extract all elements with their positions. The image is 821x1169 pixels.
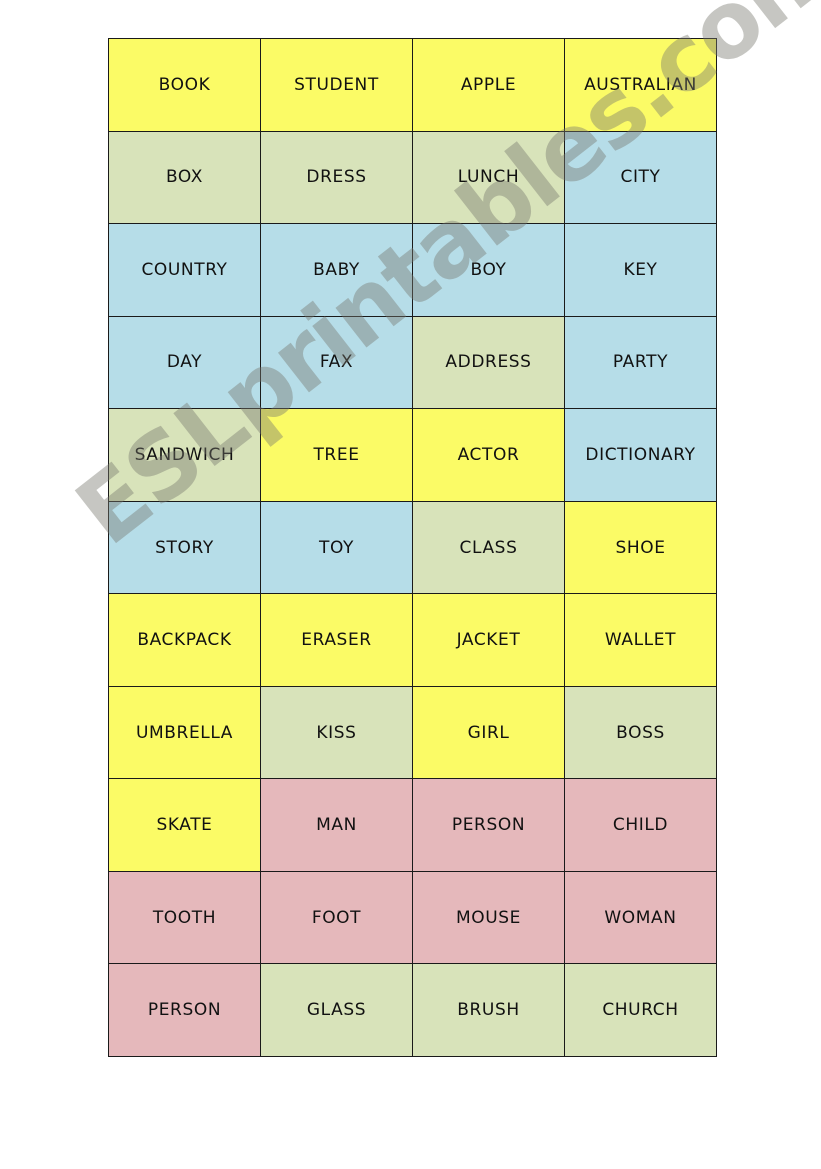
word-card[interactable]: FAX: [260, 315, 413, 410]
word-card-row: TOOTH FOOT MOUSE WOMAN: [108, 870, 717, 965]
word-card[interactable]: TOOTH: [108, 870, 261, 965]
word-card[interactable]: ACTOR: [412, 408, 565, 502]
word-card[interactable]: CHURCH: [564, 963, 717, 1058]
word-card[interactable]: BABY: [260, 223, 413, 317]
word-card[interactable]: CHILD: [564, 778, 717, 872]
word-card-row: SANDWICH TREE ACTOR DICTIONARY: [108, 408, 717, 502]
word-card[interactable]: DICTIONARY: [564, 408, 717, 502]
word-card[interactable]: WOMAN: [564, 870, 717, 965]
word-card-row: DAY FAX ADDRESS PARTY: [108, 315, 717, 410]
word-card[interactable]: APPLE: [412, 38, 565, 132]
word-card[interactable]: DAY: [108, 315, 261, 410]
word-card[interactable]: SKATE: [108, 778, 261, 872]
word-card[interactable]: FOOT: [260, 870, 413, 965]
word-card-row: STORY TOY CLASS SHOE: [108, 500, 717, 595]
worksheet-page: ESLprintables.com BOOK STUDENT APPLE AUSTRA…: [0, 0, 821, 1169]
word-card[interactable]: WALLET: [564, 593, 717, 687]
word-card[interactable]: TREE: [260, 408, 413, 502]
word-card[interactable]: PERSON: [108, 963, 261, 1058]
word-card[interactable]: KEY: [564, 223, 717, 317]
word-card[interactable]: COUNTRY: [108, 223, 261, 317]
word-card-row: BOX DRESS LUNCH CITY: [108, 130, 717, 225]
word-card-row: COUNTRY BABY BOY KEY: [108, 223, 717, 317]
word-card-row: BACKPACK ERASER JACKET WALLET: [108, 593, 717, 687]
word-card[interactable]: GIRL: [412, 685, 565, 780]
word-card[interactable]: STUDENT: [260, 38, 413, 132]
word-card[interactable]: CLASS: [412, 500, 565, 595]
word-card-row: UMBRELLA KISS GIRL BOSS: [108, 685, 717, 780]
word-card[interactable]: PERSON: [412, 778, 565, 872]
word-card[interactable]: BOOK: [108, 38, 261, 132]
word-card[interactable]: STORY: [108, 500, 261, 595]
word-card[interactable]: MAN: [260, 778, 413, 872]
word-card[interactable]: DRESS: [260, 130, 413, 225]
word-card[interactable]: BACKPACK: [108, 593, 261, 687]
word-card[interactable]: GLASS: [260, 963, 413, 1058]
word-card-grid: BOOK STUDENT APPLE AUSTRALIAN BOX DRESS LUNCH C…: [108, 38, 717, 1058]
word-card[interactable]: BOSS: [564, 685, 717, 780]
word-card[interactable]: SHOE: [564, 500, 717, 595]
word-card-row: SKATE MAN PERSON CHILD: [108, 778, 717, 872]
word-card[interactable]: BOX: [108, 130, 261, 225]
word-card[interactable]: JACKET: [412, 593, 565, 687]
word-card[interactable]: LUNCH: [412, 130, 565, 225]
word-card-grid-body: BOOK STUDENT APPLE AUSTRALIAN BOX DRESS LUNCH C…: [108, 38, 717, 1058]
word-card[interactable]: UMBRELLA: [108, 685, 261, 780]
word-card[interactable]: TOY: [260, 500, 413, 595]
word-card[interactable]: PARTY: [564, 315, 717, 410]
word-card[interactable]: ADDRESS: [412, 315, 565, 410]
word-card-row: BOOK STUDENT APPLE AUSTRALIAN: [108, 38, 717, 132]
word-card[interactable]: BOY: [412, 223, 565, 317]
word-card[interactable]: CITY: [564, 130, 717, 225]
word-card[interactable]: SANDWICH: [108, 408, 261, 502]
word-card[interactable]: BRUSH: [412, 963, 565, 1058]
word-card[interactable]: MOUSE: [412, 870, 565, 965]
word-card-row: PERSON GLASS BRUSH CHURCH: [108, 963, 717, 1058]
word-card[interactable]: KISS: [260, 685, 413, 780]
word-card[interactable]: AUSTRALIAN: [564, 38, 717, 132]
word-card[interactable]: ERASER: [260, 593, 413, 687]
